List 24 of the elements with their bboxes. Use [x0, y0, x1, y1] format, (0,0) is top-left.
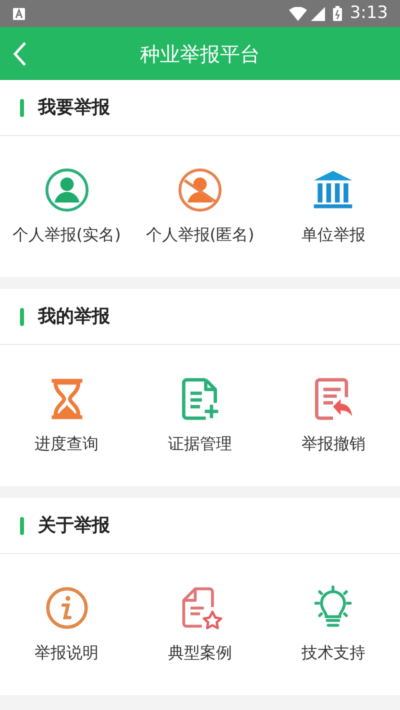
info-icon — [44, 584, 90, 630]
signal-icon — [310, 6, 325, 20]
battery-icon — [332, 6, 342, 21]
menu-item[interactable]: 举报撤销 — [266, 345, 400, 486]
person-icon — [44, 166, 90, 212]
section-marker — [20, 516, 24, 534]
menu-item[interactable]: 进度查询 — [0, 345, 134, 486]
hidden-person-icon — [176, 166, 223, 212]
menu-item[interactable]: 个人举报(匿名) — [133, 136, 267, 277]
menu-item[interactable]: 举报说明 — [0, 554, 134, 695]
wifi-icon — [288, 6, 307, 20]
menu-item[interactable]: 个人举报(实名) — [0, 136, 134, 277]
section-title: 我要举报 — [38, 96, 110, 120]
menu-item[interactable]: 技术支持 — [266, 554, 400, 695]
page-title: 种业举报平台 — [140, 40, 260, 68]
section-title: 关于举报 — [38, 514, 110, 538]
section-marker — [20, 308, 24, 326]
section-marker — [20, 98, 24, 116]
menu-item[interactable]: 单位举报 — [266, 136, 400, 277]
section-title: 我的举报 — [38, 305, 110, 329]
menu-item[interactable]: 典型案例 — [133, 554, 267, 695]
menu-item[interactable]: 证据管理 — [133, 345, 267, 486]
notification-icon — [12, 6, 26, 20]
status-time: 3:13 — [350, 2, 388, 25]
